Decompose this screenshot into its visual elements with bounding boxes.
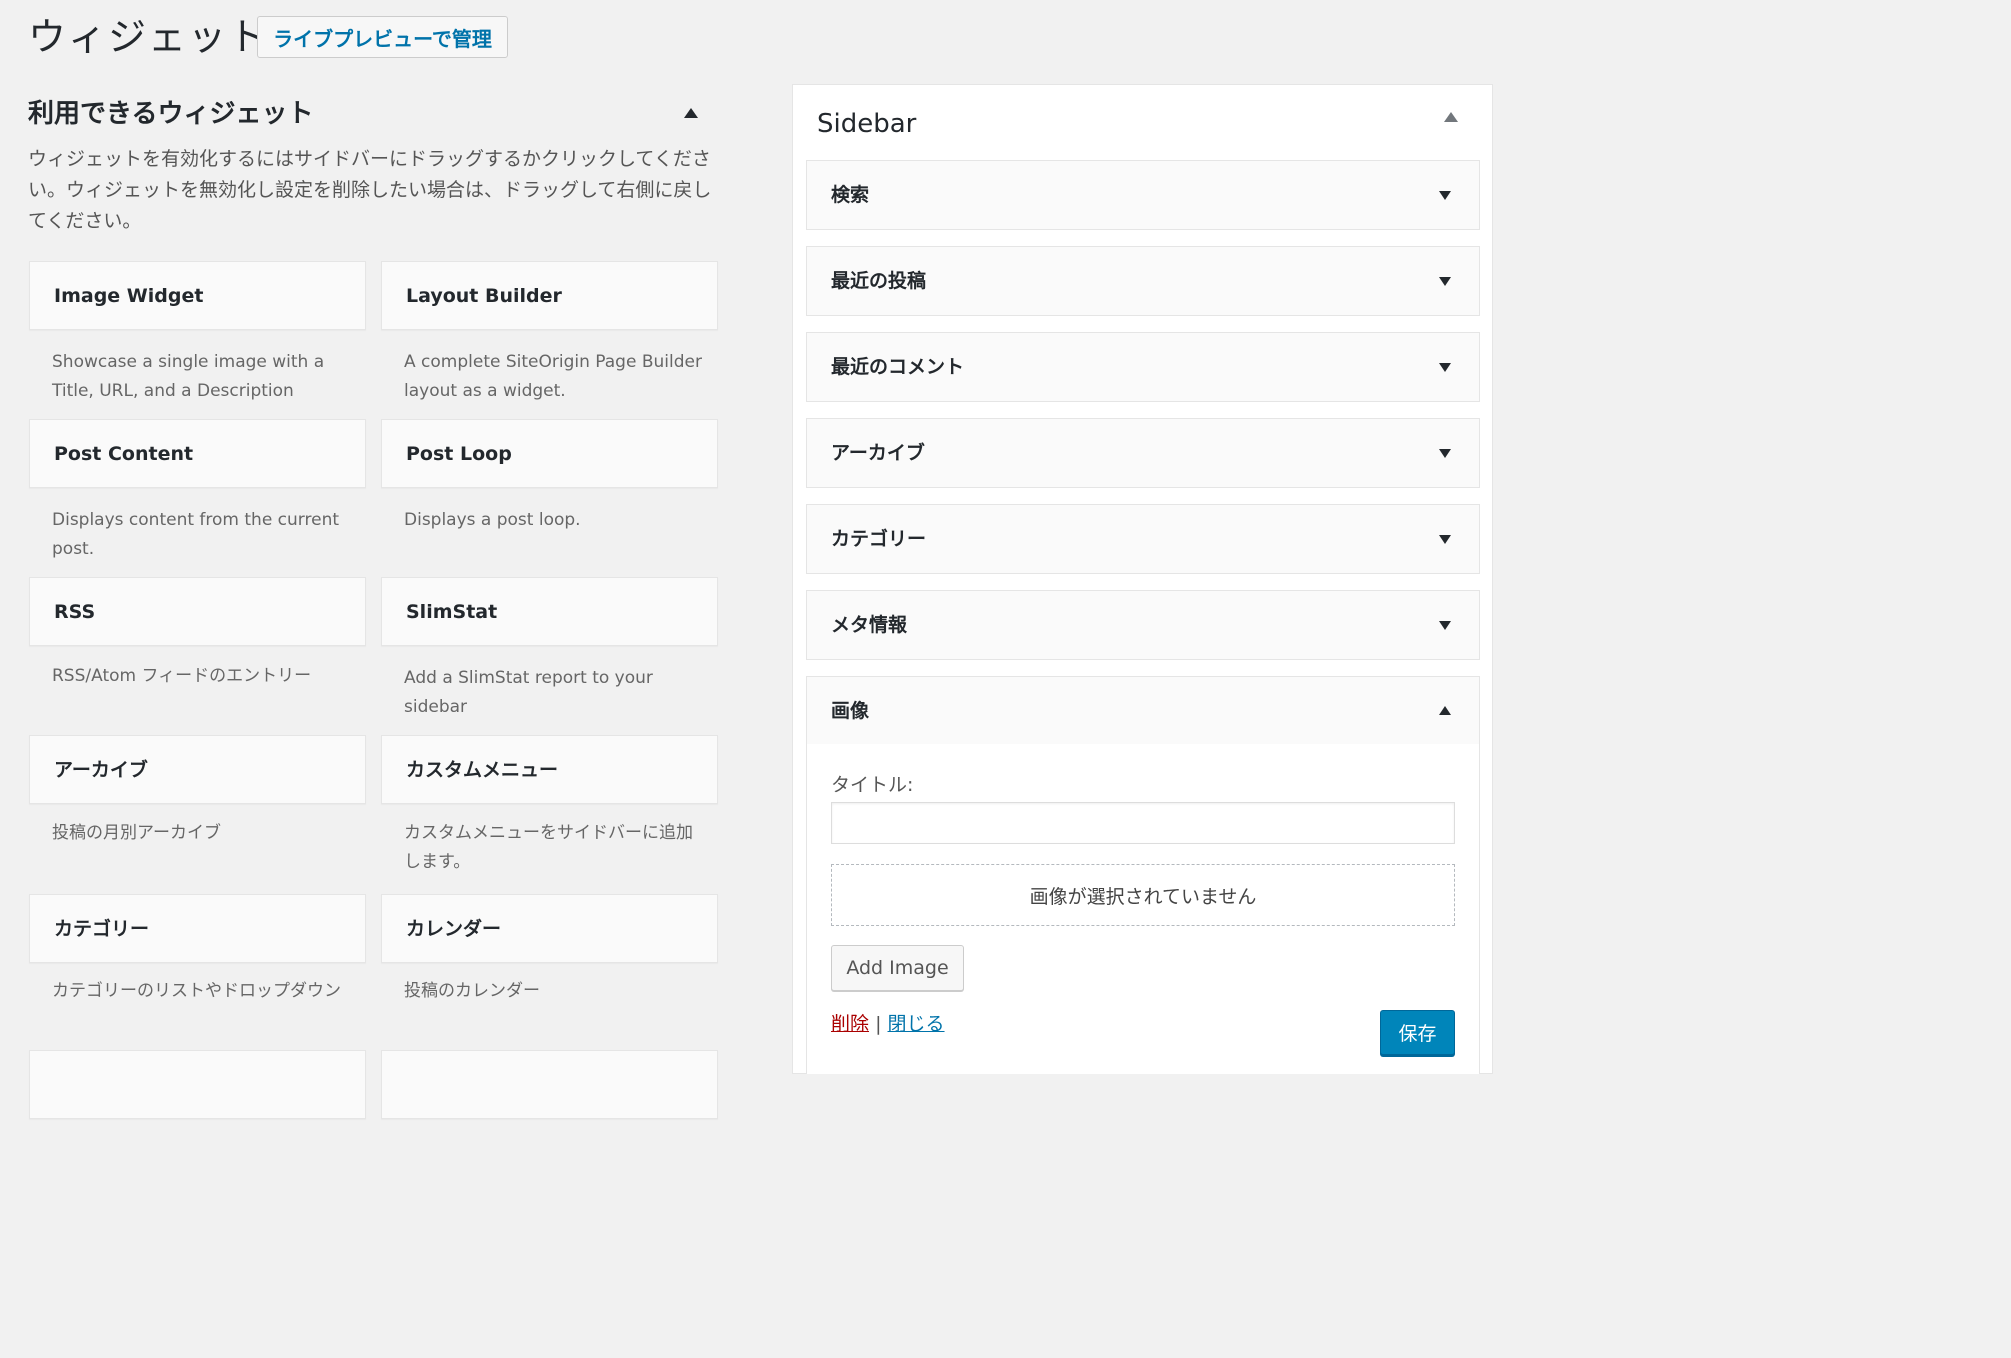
sidebar-widget-title: 検索 bbox=[831, 184, 870, 206]
widget-description: カテゴリーのリストやドロップダウン bbox=[52, 981, 341, 1001]
widget-description: 投稿の月別アーカイブ bbox=[52, 823, 221, 843]
widget-title: カレンダー bbox=[406, 918, 502, 940]
widget-archives[interactable]: アーカイブ bbox=[29, 735, 366, 804]
sidebar-widget-title: アーカイブ bbox=[831, 442, 925, 464]
widget-calendar[interactable]: カレンダー bbox=[381, 894, 718, 963]
sidebar-widget-meta[interactable]: メタ情報 bbox=[806, 590, 1480, 660]
sidebar-widget-categories[interactable]: カテゴリー bbox=[806, 504, 1480, 574]
widget-title: カテゴリー bbox=[54, 918, 150, 940]
sidebar-widget-title: 最近のコメント bbox=[831, 356, 965, 378]
expand-down-icon[interactable] bbox=[1439, 277, 1451, 286]
widget-description: Add a SlimStat report to your sidebar bbox=[404, 668, 653, 717]
available-widgets-title: 利用できるウィジェット bbox=[28, 99, 314, 129]
widget-categories[interactable]: カテゴリー bbox=[29, 894, 366, 963]
widget-custom-menu[interactable]: カスタムメニュー bbox=[381, 735, 718, 804]
close-link[interactable]: 閉じる bbox=[888, 1013, 945, 1035]
widget-title: Post Loop bbox=[406, 443, 512, 465]
widget-title: RSS bbox=[54, 601, 96, 623]
widget-layout-builder[interactable]: Layout Builder bbox=[381, 261, 718, 330]
title-label: タイトル: bbox=[831, 774, 914, 796]
sidebar-widget-title: 最近の投稿 bbox=[831, 270, 927, 292]
sidebar-widget-image[interactable]: 画像 bbox=[806, 676, 1480, 746]
add-image-button[interactable]: Add Image bbox=[831, 945, 964, 991]
widget-slimstat[interactable]: SlimStat bbox=[381, 577, 718, 646]
collapse-up-icon[interactable] bbox=[684, 108, 698, 118]
widget-title: Post Content bbox=[54, 443, 194, 465]
widget-description: 投稿のカレンダー bbox=[404, 981, 540, 1001]
sidebar-widget-recent-comments[interactable]: 最近のコメント bbox=[806, 332, 1480, 402]
widget-partial[interactable] bbox=[381, 1050, 718, 1119]
save-button[interactable]: 保存 bbox=[1380, 1010, 1455, 1055]
title-input[interactable] bbox=[831, 802, 1455, 844]
link-separator: | bbox=[875, 1013, 882, 1035]
widget-description: Displays a post loop. bbox=[404, 510, 581, 530]
widget-title: SlimStat bbox=[406, 601, 498, 623]
expand-down-icon[interactable] bbox=[1439, 363, 1451, 372]
expand-down-icon[interactable] bbox=[1439, 191, 1451, 200]
widget-description: Displays content from the current post. bbox=[52, 510, 340, 559]
delete-link[interactable]: 削除 bbox=[831, 1013, 869, 1035]
widget-post-content[interactable]: Post Content bbox=[29, 419, 366, 488]
widget-description: A complete SiteOrigin Page Builder layou… bbox=[404, 352, 702, 401]
widget-description: RSS/Atom フィードのエントリー bbox=[52, 666, 312, 686]
widget-title: カスタムメニュー bbox=[406, 759, 559, 781]
sidebar-widget-recent-posts[interactable]: 最近の投稿 bbox=[806, 246, 1480, 316]
collapse-up-icon[interactable] bbox=[1444, 112, 1458, 122]
image-placeholder: 画像が選択されていません bbox=[831, 864, 1455, 926]
expand-down-icon[interactable] bbox=[1439, 535, 1451, 544]
expand-down-icon[interactable] bbox=[1439, 621, 1451, 630]
widget-control-links: 削除 | 閉じる bbox=[831, 1010, 945, 1038]
widget-partial[interactable] bbox=[29, 1050, 366, 1119]
available-widgets-description: ウィジェットを有効化するにはサイドバーにドラッグするかクリックしてください。ウィ… bbox=[28, 148, 712, 232]
sidebar-title: Sidebar bbox=[817, 109, 917, 139]
widget-description: Showcase a single image with a Title, UR… bbox=[52, 352, 325, 401]
sidebar-widget-title: メタ情報 bbox=[831, 614, 908, 636]
widget-title: Image Widget bbox=[54, 285, 204, 307]
sidebar-widget-archives[interactable]: アーカイブ bbox=[806, 418, 1480, 488]
sidebar-widget-title: カテゴリー bbox=[831, 528, 927, 550]
page-title: ウィジェット bbox=[28, 15, 269, 59]
expand-down-icon[interactable] bbox=[1439, 449, 1451, 458]
sidebar-widget-title: 画像 bbox=[831, 700, 870, 722]
widget-title: Layout Builder bbox=[406, 285, 562, 307]
widget-description: カスタムメニューをサイドバーに追加します。 bbox=[404, 823, 693, 872]
widget-rss[interactable]: RSS bbox=[29, 577, 366, 646]
collapse-up-icon[interactable] bbox=[1439, 706, 1451, 715]
sidebar-widget-search[interactable]: 検索 bbox=[806, 160, 1480, 230]
widget-post-loop[interactable]: Post Loop bbox=[381, 419, 718, 488]
widget-image-widget[interactable]: Image Widget bbox=[29, 261, 366, 330]
widget-title: アーカイブ bbox=[54, 759, 148, 781]
live-preview-button[interactable]: ライブプレビューで管理 bbox=[257, 16, 508, 58]
